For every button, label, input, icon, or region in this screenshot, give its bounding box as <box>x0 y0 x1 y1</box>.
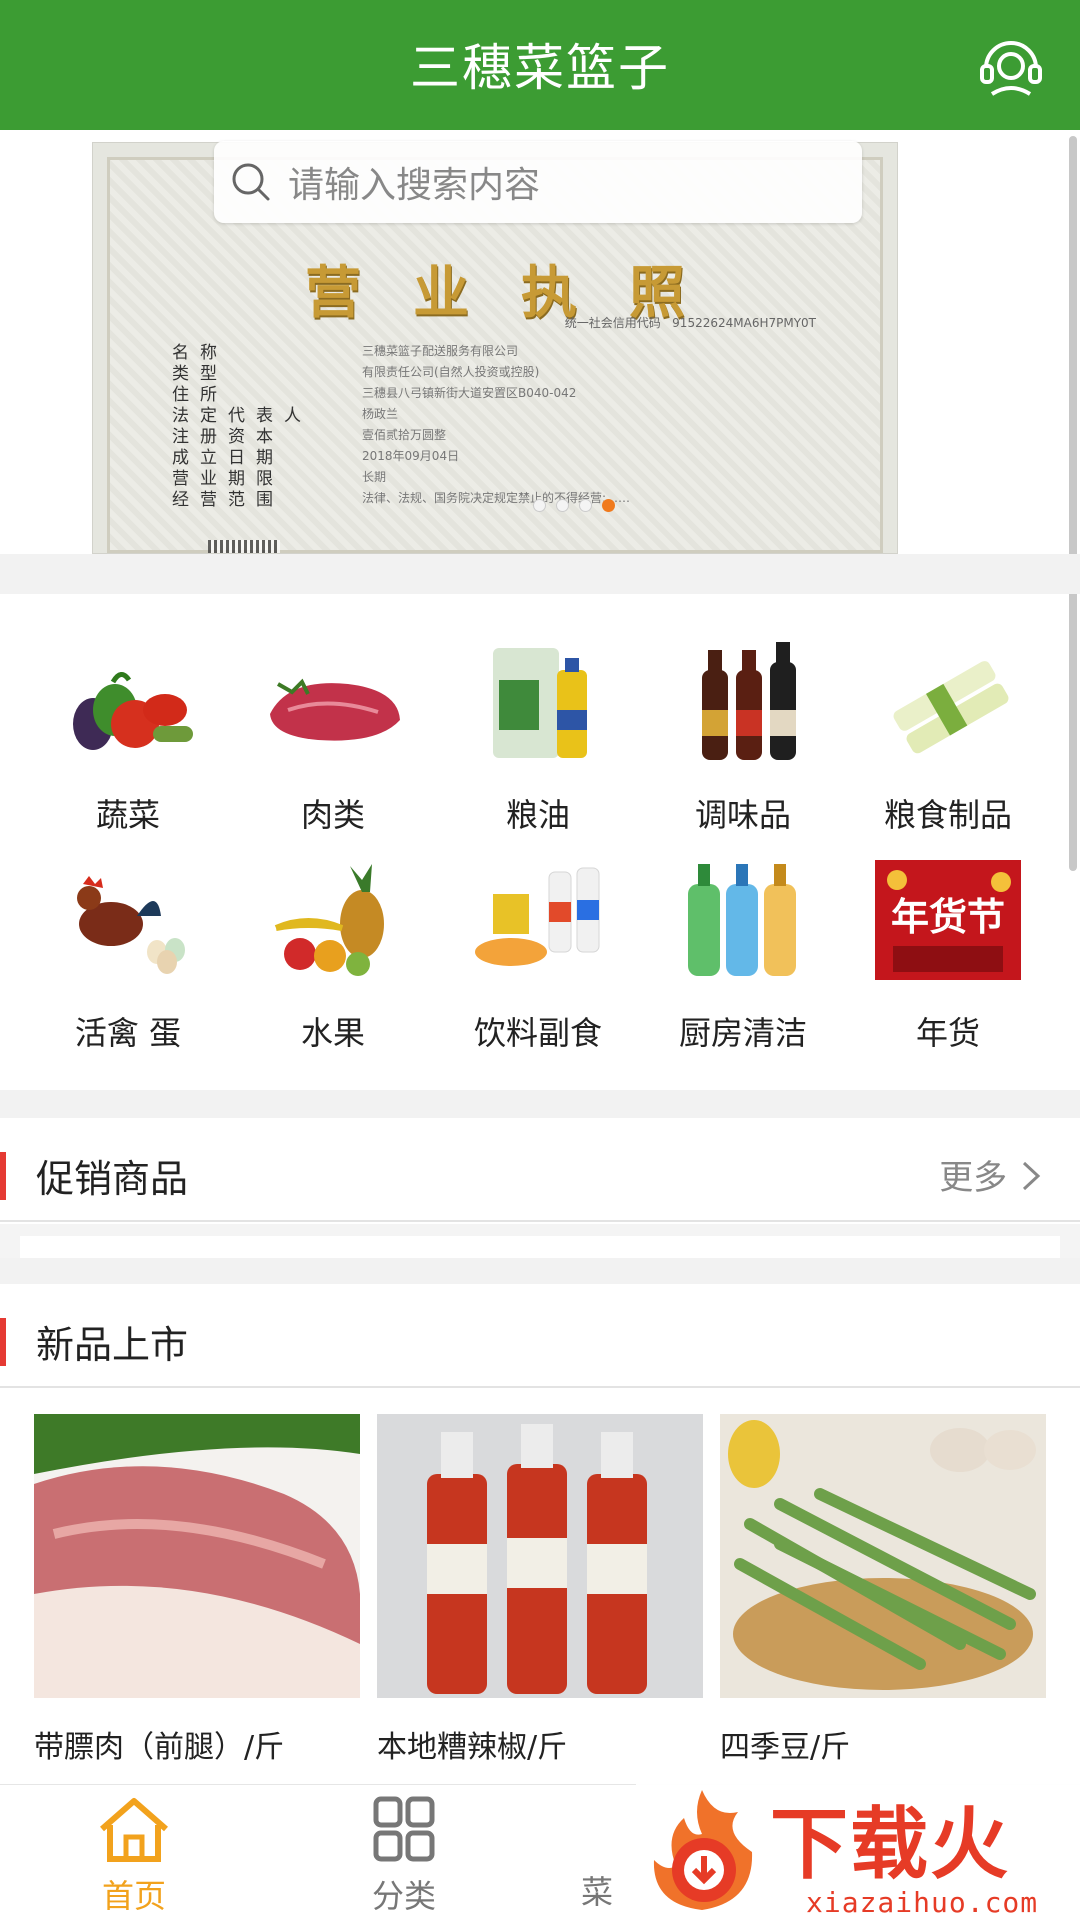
license-rows: 名称 三穗菜篮子配送服务有限公司 类型 有限责任公司(自然人投资或控股) 住所 三穗县… <box>172 340 840 510</box>
license-row: 注册资本 壹佰贰拾万圆整 <box>172 427 447 447</box>
watermark: 下载火 xiazaihuo.com <box>636 1778 1080 1920</box>
divider <box>0 1090 1080 1118</box>
flame-logo-icon <box>653 1790 753 1910</box>
product-name: 四季豆/斤 <box>720 1730 851 1765</box>
license-row: 经营范围 法律、法规、国务院决定规定禁止的不得经营;…… <box>172 490 631 510</box>
license-row: 法定代表人 杨政兰 <box>172 406 399 426</box>
search-input[interactable]: 请输入搜索内容 <box>288 156 540 208</box>
license-code: 统一社会信用代码 91522624MA6H7PMY0T <box>564 316 816 330</box>
category-item-noodles[interactable]: 粮食制品 <box>848 640 1048 836</box>
category-item-drinks-snacks[interactable]: 饮料副食 <box>438 858 638 1054</box>
product-card[interactable]: 本地糟辣椒/斤 <box>377 1414 703 1766</box>
category-label: 蔬菜 <box>95 796 160 834</box>
svg-text:年货节: 年货节 <box>891 895 1005 939</box>
category-item-fruit[interactable]: 水果 <box>233 858 433 1054</box>
category-label: 饮料副食 <box>473 1014 602 1052</box>
vegetables-icon <box>73 672 193 750</box>
promo-more-link[interactable]: 更多 <box>939 1150 1044 1199</box>
kitchen-cleaning-icon <box>688 864 796 976</box>
poultry-egg-icon <box>77 876 185 974</box>
license-row: 类型 有限责任公司(自然人投资或控股) <box>172 364 540 384</box>
category-item-vegetables[interactable]: 蔬菜 <box>28 640 228 836</box>
section-accent-bar <box>0 1318 6 1366</box>
home-icon <box>100 1798 168 1862</box>
basket-icon <box>552 1795 642 1865</box>
tab-basket[interactable]: 菜 <box>552 1795 642 1913</box>
new-year-goods-icon: 年货节 <box>875 860 1021 980</box>
product-name: 本地糟辣椒/斤 <box>377 1730 568 1765</box>
license-row: 成立日期 2018年09月04日 <box>172 448 460 468</box>
section-accent-bar <box>0 1152 6 1200</box>
top-bar: 三穗菜篮子 <box>0 0 1080 130</box>
carousel-dot[interactable] <box>556 499 569 512</box>
category-item-poultry-eggs[interactable]: 活禽 蛋 <box>28 858 228 1054</box>
product-card[interactable]: 四季豆/斤 <box>720 1414 1046 1766</box>
category-grid: 蔬菜 肉类 粮油 调味品 粮食制品 活禽 蛋 水果 饮料副食 厨房清洁 年货节 … <box>0 594 1080 1090</box>
category-label: 调味品 <box>694 796 791 834</box>
category-label: 粮油 <box>505 796 570 834</box>
category-label: 年货 <box>915 1014 980 1052</box>
carousel-dot-active[interactable] <box>602 499 615 512</box>
fruit-icon <box>274 864 384 976</box>
category-label: 肉类 <box>300 796 365 834</box>
promo-title: 促销商品 <box>36 1157 189 1201</box>
qr-code <box>208 540 280 553</box>
carousel-dot[interactable] <box>533 499 546 512</box>
product-image-green-beans <box>720 1414 1046 1698</box>
carousel-dot[interactable] <box>579 499 592 512</box>
app-title: 三穗菜篮子 <box>410 39 670 97</box>
license-row: 名称 三穗菜篮子配送服务有限公司 <box>172 343 519 363</box>
category-item-new-year-goods[interactable]: 年货节 年货 <box>848 858 1048 1054</box>
category-label: 水果 <box>300 1014 365 1052</box>
divider <box>0 1258 1080 1284</box>
category-label: 粮食制品 <box>883 796 1012 834</box>
meat-icon <box>270 678 400 741</box>
watermark-url: xiazaihuo.com <box>806 1886 1039 1919</box>
tab-label: 分类 <box>371 1877 436 1915</box>
promo-list <box>20 1236 1060 1258</box>
grain-oil-icon <box>493 648 587 758</box>
product-image-pork <box>34 1414 360 1698</box>
tab-home[interactable]: 首页 <box>54 1795 214 1917</box>
product-name: 带膘肉（前腿）/斤 <box>34 1730 285 1765</box>
category-item-grain-oil[interactable]: 粮油 <box>438 640 638 836</box>
new-arrivals-header: 新品上市 <box>0 1284 1080 1388</box>
noodles-icon <box>893 661 1009 754</box>
search-icon <box>232 163 270 201</box>
new-arrivals-title: 新品上市 <box>36 1323 189 1367</box>
tab-label: 首页 <box>101 1877 166 1915</box>
category-item-seasoning[interactable]: 调味品 <box>643 640 843 836</box>
search-bar[interactable]: 请输入搜索内容 <box>214 141 862 223</box>
product-card[interactable]: 带膘肉（前腿）/斤 <box>34 1414 360 1766</box>
drinks-snacks-icon <box>475 867 600 966</box>
product-image-chili-sauce <box>377 1414 703 1698</box>
chevron-right-icon <box>1022 1161 1041 1191</box>
tab-category[interactable]: 分类 <box>324 1795 484 1917</box>
carousel-dots <box>533 499 615 512</box>
divider <box>0 554 1080 594</box>
license-row: 住所 三穗县八弓镇新街大道安置区B040-042 <box>172 385 577 405</box>
category-item-meat[interactable]: 肉类 <box>233 640 433 836</box>
category-grid-icon <box>373 1796 435 1862</box>
watermark-text: 下载火 <box>770 1800 1011 1890</box>
category-label: 活禽 蛋 <box>74 1014 182 1052</box>
license-row: 营业期限 长期 <box>172 469 387 489</box>
tab-label: 菜 <box>580 1873 613 1911</box>
category-label: 厨房清洁 <box>678 1014 807 1052</box>
customer-service-icon[interactable] <box>976 32 1046 102</box>
category-item-kitchen-cleaning[interactable]: 厨房清洁 <box>643 858 843 1054</box>
seasoning-icon <box>702 642 796 760</box>
promo-section-header: 促销商品 更多 <box>0 1118 1080 1222</box>
